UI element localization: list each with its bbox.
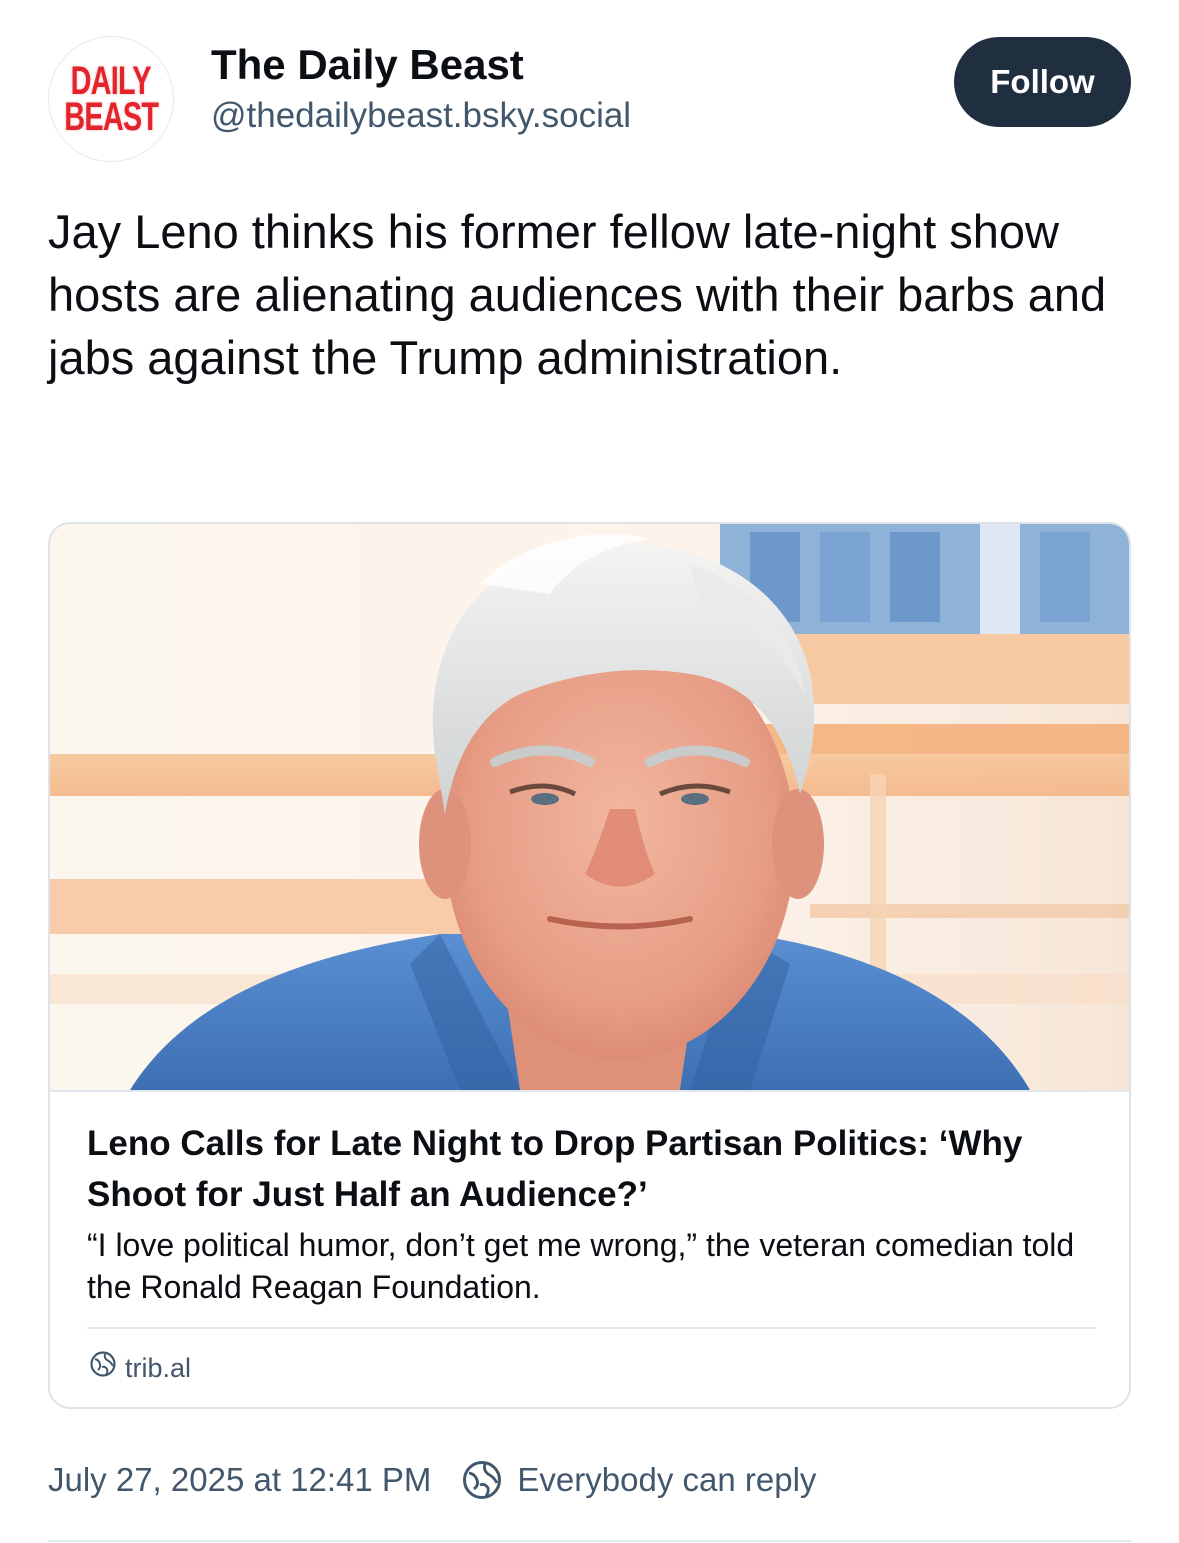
post-timestamp[interactable]: July 27, 2025 at 12:41 PM [48,1458,431,1502]
reply-setting[interactable]: Everybody can reply [461,1458,816,1502]
link-card-image [50,524,1129,1090]
link-card-domain: trib.al [89,1350,191,1386]
post-meta: July 27, 2025 at 12:41 PM Everybody can … [48,1458,816,1502]
avatar-logo-line-1: DAILY [70,59,152,103]
avatar[interactable]: DAILY BEAST [48,36,174,162]
author-display-name[interactable]: The Daily Beast [211,40,524,90]
link-card-separator [87,1327,1096,1329]
bottom-divider [48,1540,1131,1542]
reply-setting-label: Everybody can reply [517,1461,817,1498]
globe-icon [89,1350,117,1386]
follow-button[interactable]: Follow [954,37,1131,127]
link-card[interactable]: Leno Calls for Late Night to Drop Partis… [48,522,1131,1409]
link-card-domain-label: trib.al [125,1353,192,1383]
portrait-photo [50,524,1129,1090]
globe-icon [463,1461,502,1499]
author-handle[interactable]: @thedailybeast.bsky.social [211,94,631,138]
avatar-logo-line-2: BEAST [63,95,159,139]
link-card-image-divider [50,1090,1129,1092]
link-card-description: “I love political humor, don’t get me wr… [87,1227,1075,1305]
post-text: Jay Leno thinks his former fellow late-n… [48,205,1107,384]
link-card-title[interactable]: Leno Calls for Late Night to Drop Partis… [87,1118,1087,1220]
